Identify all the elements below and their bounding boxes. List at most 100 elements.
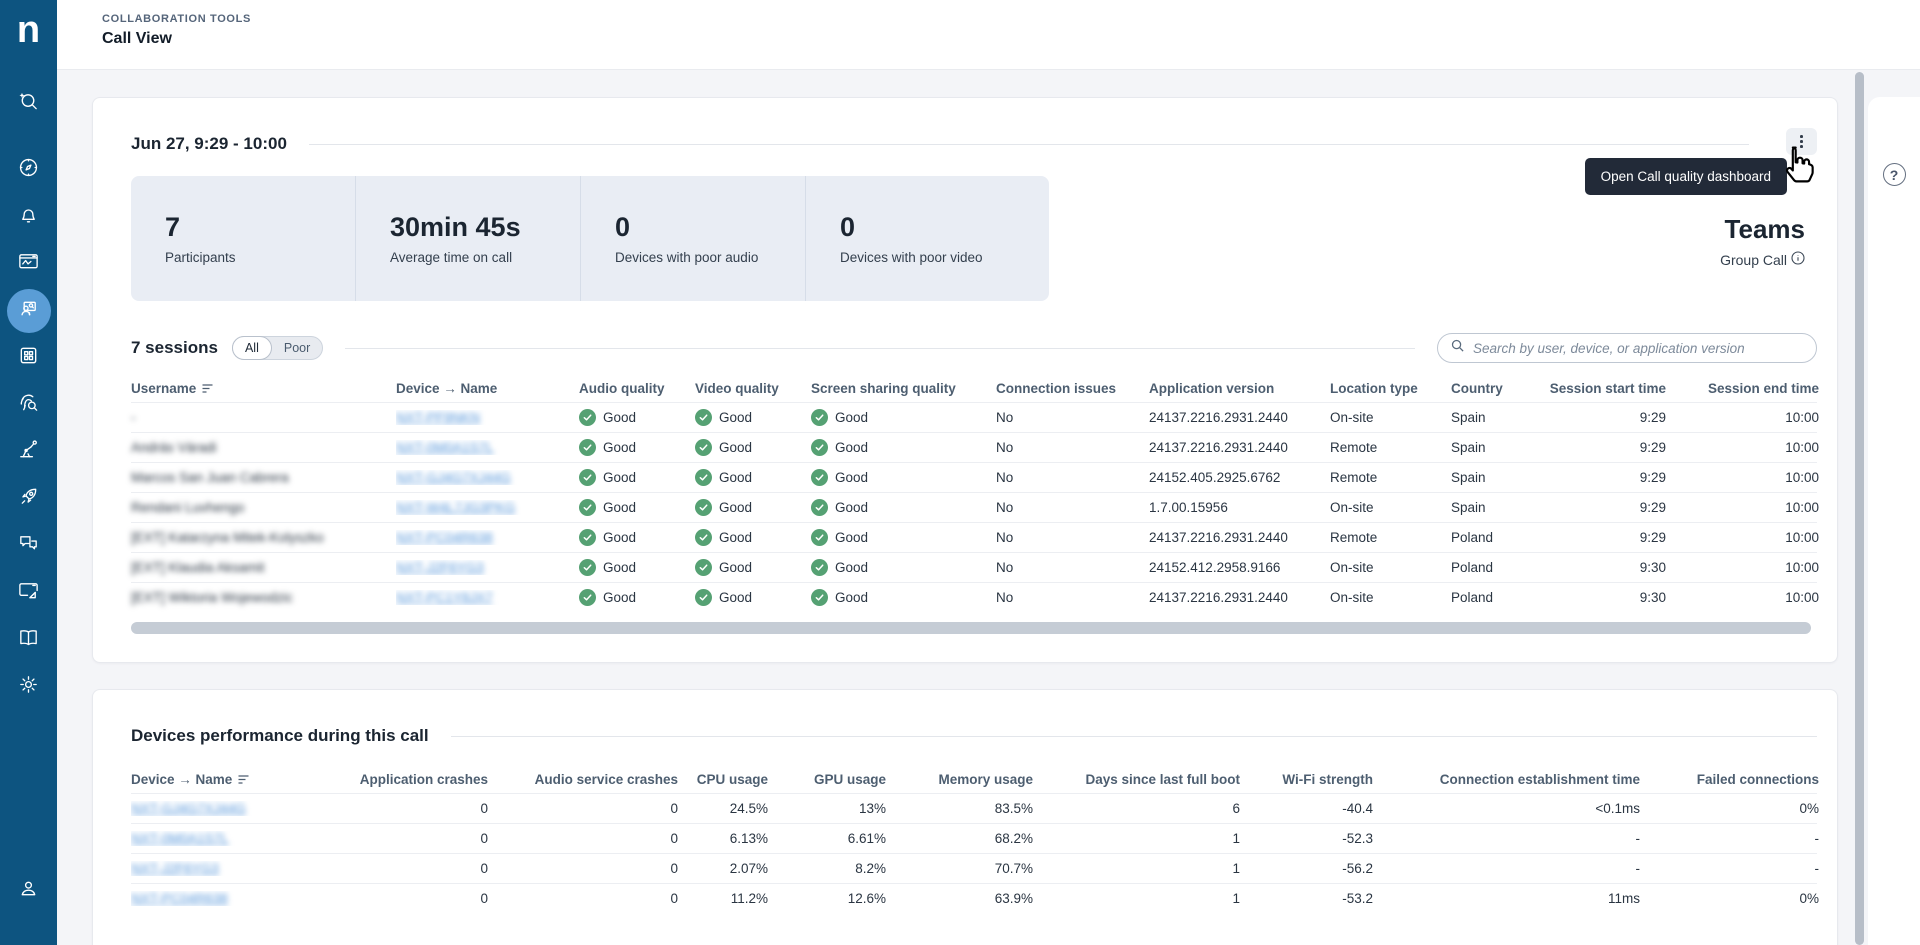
session-table-row: - NXT-PF9NKN Good Good Good No 24137.221… — [131, 402, 1817, 432]
monitoring-window-icon — [17, 250, 40, 278]
device-link[interactable]: NXT-PF9NKN — [396, 410, 480, 425]
call-options-button[interactable] — [1786, 128, 1817, 155]
stat-participants: 7 Participants — [131, 176, 356, 301]
gear-icon — [17, 673, 40, 701]
sort-icon — [238, 772, 249, 787]
device-link[interactable]: NXT-J2F6YG3 — [131, 861, 219, 876]
app-version-cell: 24152.405.2925.6762 — [1149, 470, 1330, 485]
sidebar-item-monitoring[interactable] — [7, 242, 51, 286]
help-button[interactable]: ? — [1883, 163, 1906, 186]
conn-establishment-cell: 11ms — [1373, 891, 1640, 906]
sidebar-item-automation[interactable] — [7, 430, 51, 474]
gpu-usage-cell: 12.6% — [768, 891, 886, 906]
device-link[interactable]: NXT-PC04R638 — [131, 891, 228, 906]
session-username: András Váradi — [131, 440, 396, 455]
session-end-cell: 10:00 — [1666, 440, 1819, 455]
platform-name: Teams — [1720, 214, 1805, 245]
device-link[interactable]: NXT-0M0A1S7L — [396, 440, 494, 455]
session-table-row: [EXT] Katarzyna Mitek-Kolyszko NXT-PC04R… — [131, 522, 1817, 552]
device-link[interactable]: NXT-0M0A1S7L — [131, 831, 229, 846]
sidebar-item-adopt[interactable] — [7, 477, 51, 521]
sidebar-item-designer[interactable] — [7, 571, 51, 615]
horizontal-scrollbar[interactable] — [131, 622, 1811, 634]
divider — [309, 144, 1749, 145]
good-check-icon — [811, 589, 828, 606]
device-link[interactable]: NXT-PC1Y8JX7 — [396, 590, 493, 605]
applications-grid-icon — [17, 344, 40, 372]
session-end-cell: 10:00 — [1666, 470, 1819, 485]
screen-quality-cell: Good — [811, 529, 996, 546]
sidebar-item-collaboration-active[interactable] — [7, 289, 51, 333]
app-version-cell: 24137.2216.2931.2440 — [1149, 410, 1330, 425]
good-check-icon — [579, 469, 596, 486]
stat-poor-audio: 0 Devices with poor audio — [581, 176, 806, 301]
connection-issues-cell: No — [996, 500, 1149, 515]
device-table-row: NXT-GJ4G7XJ44G 0 0 24.5% 13% 83.5% 6 -40… — [131, 793, 1817, 823]
divider — [451, 736, 1817, 737]
country-cell: Spain — [1451, 470, 1527, 485]
location-type-cell: Remote — [1330, 440, 1451, 455]
device-link[interactable]: NXT-J2F6YG3 — [396, 560, 484, 575]
sidebar-item-profile[interactable] — [7, 869, 51, 913]
app-version-cell: 24137.2216.2931.2440 — [1149, 590, 1330, 605]
session-username: [EXT] Wiktoria Wojewodzic — [131, 590, 396, 605]
sessions-table-header: Username Device → Name Audio quality Vid… — [131, 375, 1817, 402]
filter-all-button[interactable]: All — [232, 336, 272, 360]
sidebar-item-alerts[interactable] — [7, 195, 51, 239]
fingerprint-search-icon — [17, 391, 40, 419]
app-crashes-cell: 0 — [316, 831, 488, 846]
video-quality-cell: Good — [695, 469, 811, 486]
sidebar-item-applications[interactable] — [7, 336, 51, 380]
platform-block: Teams Group Call — [1720, 214, 1805, 268]
device-link[interactable]: NXT-GJ4G7XJ44G — [131, 801, 246, 816]
cpu-usage-cell: 2.07% — [678, 861, 768, 876]
session-table-row: Rendani Luvhengo NXT-W4L7JG3PKG Good Goo… — [131, 492, 1817, 522]
app-crashes-cell: 0 — [316, 801, 488, 816]
session-end-cell: 10:00 — [1666, 500, 1819, 515]
call-type-label: Group Call — [1720, 252, 1787, 268]
session-end-cell: 10:00 — [1666, 410, 1819, 425]
search-icon — [1450, 338, 1465, 358]
session-start-cell: 9:29 — [1527, 470, 1666, 485]
bell-icon — [17, 203, 40, 231]
days-since-boot-cell: 1 — [1033, 891, 1240, 906]
app-version-cell: 24152.412.2958.9166 — [1149, 560, 1330, 575]
location-type-cell: On-site — [1330, 410, 1451, 425]
compass-icon — [17, 156, 40, 184]
good-check-icon — [811, 529, 828, 546]
device-link[interactable]: NXT-GJ4G7XJ44G — [396, 470, 511, 485]
sessions-filter-toggle: All Poor — [232, 336, 323, 360]
devices-performance-card: Devices performance during this call Dev… — [92, 689, 1838, 945]
sidebar-item-compass[interactable] — [7, 148, 51, 192]
session-end-cell: 10:00 — [1666, 590, 1819, 605]
session-username: [EXT] Katarzyna Mitek-Kolyszko — [131, 530, 396, 545]
device-link[interactable]: NXT-PC04R638 — [396, 530, 493, 545]
device-table-row: NXT-J2F6YG3 0 0 2.07% 8.2% 70.7% 1 -56.2… — [131, 853, 1817, 883]
good-check-icon — [811, 499, 828, 516]
vertical-scrollbar[interactable] — [1855, 72, 1864, 945]
conn-establishment-cell: <0.1ms — [1373, 801, 1640, 816]
connection-issues-cell: No — [996, 590, 1149, 605]
sidebar-item-investigate[interactable] — [7, 383, 51, 427]
info-icon[interactable] — [1791, 251, 1805, 268]
audio-quality-cell: Good — [579, 469, 695, 486]
sidebar-item-library[interactable] — [7, 618, 51, 662]
session-table-row: András Váradi NXT-0M0A1S7L Good Good Goo… — [131, 432, 1817, 462]
call-timeframe: Jun 27, 9:29 - 10:00 — [131, 134, 287, 154]
filter-poor-button[interactable]: Poor — [272, 336, 322, 360]
sidebar-item-ai-search[interactable] — [7, 82, 51, 126]
device-link[interactable]: NXT-W4L7JG3PKG — [396, 500, 515, 515]
memory-usage-cell: 68.2% — [886, 831, 1033, 846]
search-input[interactable] — [1473, 341, 1804, 356]
session-end-cell: 10:00 — [1666, 530, 1819, 545]
sidebar-item-engage[interactable] — [7, 524, 51, 568]
good-check-icon — [695, 409, 712, 426]
sidebar-item-settings[interactable] — [7, 665, 51, 709]
session-table-row: [EXT] Klaudia Aksamit NXT-J2F6YG3 Good G… — [131, 552, 1817, 582]
location-type-cell: On-site — [1330, 560, 1451, 575]
screen-quality-cell: Good — [811, 499, 996, 516]
good-check-icon — [811, 559, 828, 576]
user-profile-icon — [17, 877, 40, 905]
session-table-row: [EXT] Wiktoria Wojewodzic NXT-PC1Y8JX7 G… — [131, 582, 1817, 612]
nexthink-logo[interactable]: n — [17, 6, 40, 54]
